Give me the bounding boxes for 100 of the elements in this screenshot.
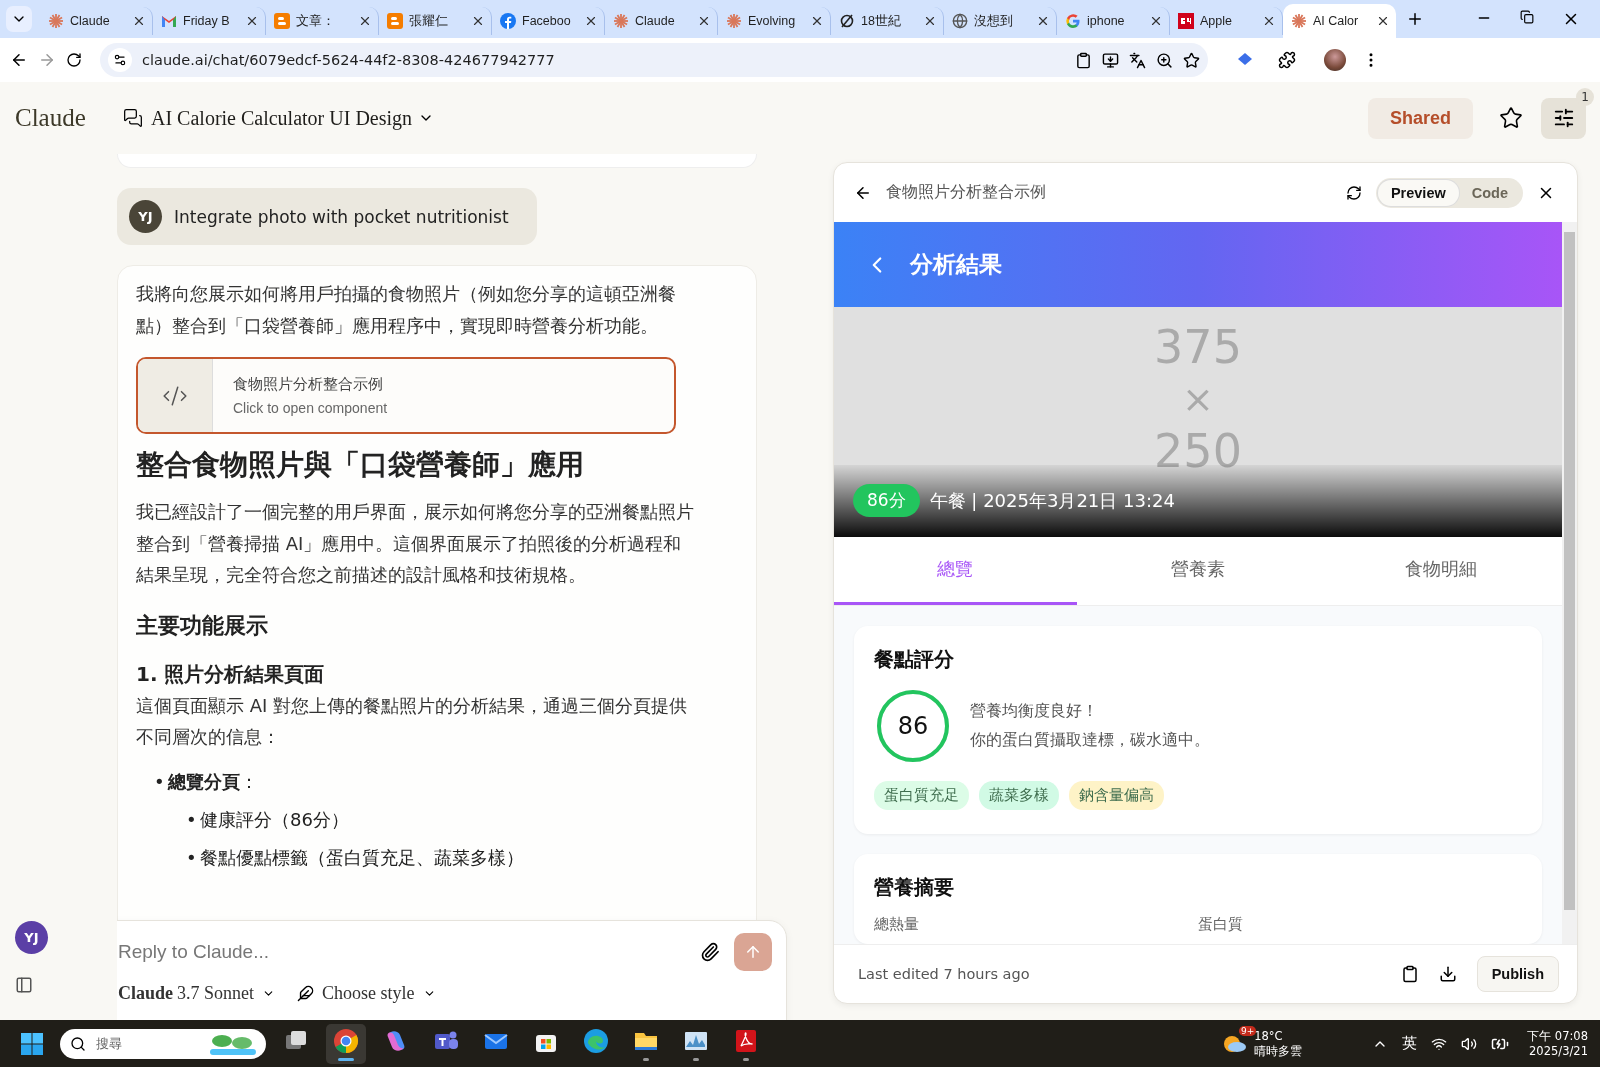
clipboard-icon[interactable] (1075, 51, 1092, 69)
list-item: 健康評分（86分） (200, 808, 349, 830)
starburst-icon (1291, 13, 1307, 29)
browser-tab[interactable]: 文章： (266, 7, 379, 35)
refresh-icon[interactable] (1345, 184, 1362, 201)
forward-icon[interactable] (38, 51, 56, 69)
browser-tab[interactable]: 張耀仁 (379, 7, 492, 35)
app-tab[interactable]: 總覽 (834, 536, 1077, 605)
close-icon[interactable] (810, 14, 824, 28)
extensions-icon[interactable] (1278, 51, 1296, 69)
message-text: Integrate photo with pocket nutritionist (174, 206, 509, 227)
translate-icon[interactable] (1129, 51, 1146, 69)
close-icon[interactable] (1262, 14, 1276, 28)
back-icon[interactable] (10, 51, 28, 69)
bookmark-star-icon[interactable] (1183, 51, 1200, 69)
artifact-card[interactable]: 食物照片分析整合示例 Click to open component (136, 357, 676, 434)
meal-info: 午餐 | 2025年3月21日 13:24 (929, 488, 1175, 513)
score-detail: 你的蛋白質攝取達標，碳水適中。 (970, 730, 1210, 751)
app-tab[interactable]: 食物明細 (1319, 536, 1562, 605)
start-grid-icon[interactable] (20, 1031, 44, 1056)
temperature: 18°C (1254, 1028, 1284, 1044)
sliders-icon (1552, 107, 1575, 129)
close-icon[interactable] (584, 14, 598, 28)
address-bar[interactable]: claude.ai/chat/6079edcf-5624-44f2-8308-424677942777 (100, 43, 1208, 77)
close-icon[interactable] (923, 14, 937, 28)
taskbar-search[interactable]: 搜尋 (60, 1028, 266, 1059)
summary-label: 蛋白質 (1198, 915, 1244, 934)
chat-bubbles-icon (123, 108, 143, 128)
install-icon[interactable] (1102, 51, 1119, 69)
browser-tab[interactable]: 沒想到 (944, 7, 1057, 35)
browser-tab[interactable]: AI Calor (1283, 4, 1396, 38)
shared-button[interactable]: Shared (1367, 97, 1473, 139)
clipboard-icon[interactable] (1400, 965, 1419, 983)
input-method[interactable]: 英 (1402, 1036, 1418, 1051)
browser-tab[interactable]: Apple (1170, 7, 1283, 35)
score-ring: 86 (874, 687, 952, 765)
style-selector[interactable]: Choose style (322, 983, 415, 1004)
starburst-icon (613, 13, 629, 29)
document-icon (274, 13, 290, 29)
last-edited-text: Last edited 7 hours ago (858, 966, 1031, 982)
heading: 1. 照片分析結果頁面 (136, 660, 326, 688)
browser-tab[interactable]: iphone (1057, 7, 1170, 35)
browser-tab[interactable]: Evolving (718, 7, 831, 35)
wave-circle-icon (582, 1026, 610, 1055)
close-icon[interactable] (471, 14, 485, 28)
list-item: 餐點優點標籤（蛋白質充足、蔬菜多樣） (200, 846, 524, 868)
taskbar-app[interactable] (326, 1023, 366, 1064)
close-icon[interactable] (1149, 14, 1163, 28)
browser-tab[interactable]: Claude (40, 7, 153, 35)
sidebar-toggle-icon[interactable] (15, 976, 33, 994)
profile-avatar[interactable] (1324, 49, 1346, 71)
user-avatar[interactable]: YJ (15, 921, 48, 954)
bullet: • (154, 769, 166, 794)
tab-list-button[interactable] (6, 6, 32, 32)
view-tab[interactable]: Preview (1377, 179, 1459, 206)
clock[interactable]: 下午 07:08 2025/3/21 (1527, 1028, 1588, 1059)
star-icon[interactable] (1499, 106, 1523, 130)
reply-input[interactable]: Reply to Claude... (118, 935, 686, 969)
restore-icon[interactable] (1520, 10, 1534, 24)
news-logo-icon (1178, 13, 1194, 29)
artifact-subtitle: Click to open component (233, 400, 388, 416)
download-icon[interactable] (1438, 965, 1457, 983)
paragraph: 我將向您展示如何將用戶拍攝的食物照片（例如您分享的這頓亞洲餐點）整合到「口袋營養師」應用程序中，實現即時營養分析功能。 (136, 282, 677, 338)
envelope-icon (161, 13, 177, 29)
volume-icon[interactable] (1461, 1035, 1478, 1052)
tag: 鈉含量偏高 (1069, 781, 1164, 810)
feather-icon[interactable] (297, 985, 315, 1002)
reload-icon[interactable] (66, 52, 82, 68)
score-headline: 營養均衡度良好！ (970, 701, 1099, 722)
f-circle-icon (500, 13, 516, 29)
artifact-title: 食物照片分析整合示例 (233, 375, 384, 394)
close-icon[interactable] (697, 14, 711, 28)
browser-tab[interactable]: 18世紀 (831, 7, 944, 35)
chat-title[interactable]: AI Calorie Calculator UI Design (151, 106, 413, 130)
placeholder-text: × (1182, 376, 1214, 424)
starburst-icon (726, 13, 742, 29)
zoom-icon[interactable] (1156, 51, 1173, 69)
browser-tab[interactable]: Claude (605, 7, 718, 35)
browser-tab[interactable]: Faceboo (492, 7, 605, 35)
attach-icon[interactable] (700, 942, 720, 962)
summary-label: 總熱量 (874, 915, 920, 934)
close-icon[interactable] (132, 14, 146, 28)
slashed-circle-icon (839, 13, 855, 29)
search-icon (70, 1035, 86, 1052)
close-icon[interactable] (1376, 14, 1390, 28)
close-icon[interactable] (1036, 14, 1050, 28)
g-letter-icon (1065, 13, 1081, 29)
publish-button[interactable]: Publish (1476, 956, 1559, 992)
view-tab[interactable]: Code (1458, 179, 1521, 206)
heading: 整合食物照片與「口袋營養師」應用 (136, 447, 585, 483)
search-placeholder: 搜尋 (96, 1034, 123, 1053)
close-icon[interactable] (358, 14, 372, 28)
app-tab[interactable]: 營養素 (1076, 536, 1320, 605)
globe-icon (952, 13, 968, 29)
new-tab-icon[interactable] (1406, 10, 1424, 28)
browser-tab[interactable]: Friday B (153, 7, 266, 35)
paragraph: 這個頁面顯示 AI 對您上傳的餐點照片的分析結果，通過三個分頁提供不同層次的信息： (136, 693, 689, 749)
close-icon[interactable] (245, 14, 259, 28)
starburst-icon (48, 13, 64, 29)
model-selector[interactable]: Claude 3.7 Sonnet (118, 983, 255, 1004)
